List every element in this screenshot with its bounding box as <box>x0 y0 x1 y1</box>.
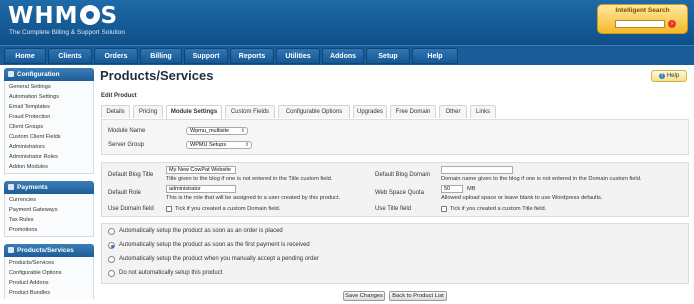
payments-icon <box>8 184 14 190</box>
products-icon <box>8 247 14 253</box>
sidebar-item-automation-settings[interactable]: Automation Settings <box>5 92 93 102</box>
sidebar: Configuration General Settings Automatio… <box>4 68 94 304</box>
use-domain-field-checkbox[interactable] <box>166 206 172 212</box>
web-space-quota-input[interactable]: 50 <box>441 185 463 193</box>
search-go-icon[interactable]: › <box>668 20 676 28</box>
sidebar-item-administrator-roles[interactable]: Administrator Roles <box>5 152 93 162</box>
sidebar-item-currencies[interactable]: Currencies <box>5 195 93 205</box>
use-domain-field-label: Use Domain field <box>108 206 154 212</box>
sidebar-item-email-templates[interactable]: Email Templates <box>5 102 93 112</box>
default-role-desc: This is the role that will be assigned t… <box>166 195 341 201</box>
sidebar-item-general-settings[interactable]: General Settings <box>5 82 93 92</box>
module-name-select[interactable]: Wpmu_multisite ⇕ <box>186 127 248 135</box>
sidebar-list-products: Products/Services Configurable Options P… <box>4 257 94 299</box>
intelligent-search-box: Intelligent Search › <box>597 4 688 34</box>
sidebar-item-products-services[interactable]: Products/Services <box>5 258 93 268</box>
tab-free-domain[interactable]: Free Domain <box>390 105 436 118</box>
configuration-icon <box>8 71 14 77</box>
tab-details[interactable]: Details <box>101 105 130 118</box>
main-nav: Home Clients Orders Billing Support Repo… <box>0 45 694 65</box>
default-blog-title-label: Default Blog Title <box>108 172 154 178</box>
module-name-label: Module Name <box>108 128 146 134</box>
server-group-select[interactable]: WPMU Setups ⇕ <box>186 141 252 149</box>
save-changes-button[interactable]: Save Changes <box>343 291 385 301</box>
use-title-field-desc: Tick if you created a custom Title field… <box>450 206 547 212</box>
nav-help[interactable]: Help <box>412 48 458 64</box>
sidebar-heading-products: Products/Services <box>4 244 94 257</box>
use-domain-field-desc: Tick if you created a custom Domain fiel… <box>175 206 281 212</box>
help-button[interactable]: ? Help <box>651 70 687 82</box>
sidebar-heading-configuration: Configuration <box>4 68 94 81</box>
sidebar-item-product-bundles[interactable]: Product Bundles <box>5 288 93 298</box>
nav-home[interactable]: Home <box>4 48 46 64</box>
sidebar-item-tax-rules[interactable]: Tax Rules <box>5 215 93 225</box>
default-blog-title-desc: Title given to the blog if one is not en… <box>166 176 333 182</box>
nav-utilities[interactable]: Utilities <box>276 48 320 64</box>
back-to-product-list-button[interactable]: Back to Product List <box>389 291 447 301</box>
web-space-quota-unit: MB <box>467 186 476 192</box>
radio-button-selected[interactable] <box>108 242 115 249</box>
nav-billing[interactable]: Billing <box>140 48 182 64</box>
sidebar-item-fraud-protection[interactable]: Fraud Protection <box>5 112 93 122</box>
search-input[interactable] <box>615 20 665 28</box>
sidebar-list-configuration: General Settings Automation Settings Ema… <box>4 81 94 174</box>
default-blog-domain-label: Default Blog Domain <box>375 172 431 178</box>
nav-support[interactable]: Support <box>184 48 228 64</box>
sidebar-item-payment-gateways[interactable]: Payment Gateways <box>5 205 93 215</box>
sidebar-item-administrators[interactable]: Administrators <box>5 142 93 152</box>
use-title-field-label: Use Title field <box>375 206 412 212</box>
radio-button[interactable] <box>108 256 115 263</box>
use-title-field-checkbox[interactable] <box>441 206 447 212</box>
radio-button[interactable] <box>108 228 115 235</box>
section-title: Edit Product <box>101 93 137 99</box>
default-blog-domain-input[interactable] <box>441 166 513 174</box>
gear-logo-icon <box>79 5 100 25</box>
default-role-input[interactable]: administrator <box>166 185 236 193</box>
dropdown-arrow-icon: ⇕ <box>240 128 245 134</box>
tab-configurable-options[interactable]: Configurable Options <box>278 105 350 118</box>
tab-other[interactable]: Other <box>439 105 467 118</box>
radio-button[interactable] <box>108 270 115 277</box>
nav-addons[interactable]: Addons <box>322 48 364 64</box>
header: WHM S The Complete Billing & Support Solu… <box>0 0 694 45</box>
sidebar-item-promotions[interactable]: Promotions <box>5 225 93 235</box>
default-blog-title-input[interactable]: My New CowPat Website <box>166 166 236 174</box>
tab-pricing[interactable]: Pricing <box>133 105 163 118</box>
sidebar-heading-payments: Payments <box>4 181 94 194</box>
tab-module-settings[interactable]: Module Settings <box>166 105 222 119</box>
dropdown-arrow-icon: ⇕ <box>244 142 249 148</box>
web-space-quota-label: Web Space Quota <box>375 190 424 196</box>
sidebar-item-addon-modules[interactable]: Addon Modules <box>5 162 93 172</box>
search-title: Intelligent Search <box>615 7 670 14</box>
auto-setup-panel: Automatically setup the product as soon … <box>101 223 689 284</box>
sidebar-item-configurable-options[interactable]: Configurable Options <box>5 268 93 278</box>
nav-orders[interactable]: Orders <box>94 48 138 64</box>
whmcs-logo[interactable]: WHM S <box>8 3 118 29</box>
sidebar-item-client-groups[interactable]: Client Groups <box>5 122 93 132</box>
page-title: Products/Services <box>100 68 214 83</box>
tagline: The Complete Billing & Support Solution <box>9 29 125 36</box>
default-blog-domain-desc: Domain name given to the blog if one is … <box>441 176 642 182</box>
server-group-label: Server Group <box>108 142 145 148</box>
sidebar-item-product-addons[interactable]: Product Addons <box>5 278 93 288</box>
nav-clients[interactable]: Clients <box>48 48 92 64</box>
help-icon: ? <box>658 73 665 79</box>
module-settings-panel: Module Name Wpmu_multisite ⇕ Server Group… <box>101 119 689 155</box>
nav-setup[interactable]: Setup <box>366 48 410 64</box>
tab-custom-fields[interactable]: Custom Fields <box>225 105 275 118</box>
web-space-quota-desc: Allowed upload space or leave blank to u… <box>441 195 603 201</box>
module-fields-panel: Default Blog Title My New CowPat Website… <box>101 162 689 217</box>
tab-links[interactable]: Links <box>470 105 496 118</box>
tab-upgrades[interactable]: Upgrades <box>353 105 387 118</box>
nav-reports[interactable]: Reports <box>230 48 274 64</box>
sidebar-item-custom-client-fields[interactable]: Custom Client Fields <box>5 132 93 142</box>
sidebar-list-payments: Currencies Payment Gateways Tax Rules Pr… <box>4 194 94 237</box>
default-role-label: Default Role <box>108 190 142 196</box>
